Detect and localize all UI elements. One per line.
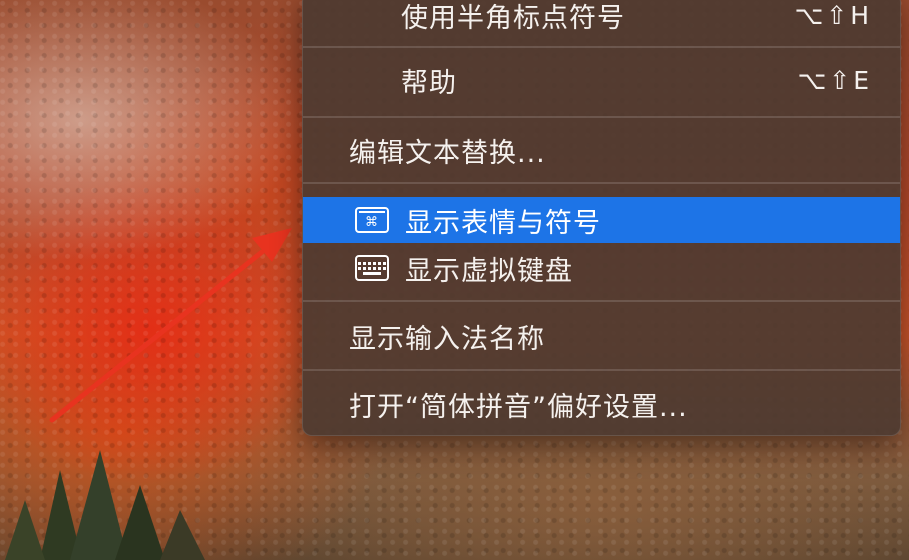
menu-item-show-input-method-name[interactable]: 显示输入法名称 [303,313,900,359]
command-glyph: ⌘ [365,214,379,230]
menu-item-label: 打开“简体拼音”偏好设置... [349,391,688,423]
emoji-keyboard-icon: ⌘ [355,207,389,233]
menu-item-shortcut: ⌥⇧H [794,0,872,30]
menu-item-label: 显示输入法名称 [349,323,545,355]
menu-item-shortcut: ⌥⇧E [797,65,872,95]
menu-item-label: 帮助 [401,67,457,99]
menu-separator [303,369,900,371]
menu-separator [303,182,900,184]
menu-item-help[interactable]: 帮助 ⌥⇧E [303,57,900,103]
menu-item-open-pinyin-preferences[interactable]: 打开“简体拼音”偏好设置... [303,381,900,427]
keyboard-icon [355,255,389,281]
menu-item-label: 显示表情与符号 [405,207,601,239]
menu-item-edit-text-replacement[interactable]: 编辑文本替换... [303,127,900,173]
wallpaper-trees [5,450,205,560]
menu-separator [303,300,900,302]
menu-item-show-virtual-keyboard[interactable]: 显示虚拟键盘 [303,245,900,291]
input-method-menu: 使用半角标点符号 ⌥⇧H 帮助 ⌥⇧E 编辑文本替换... ⌘ 显示表情与符号 [302,0,901,436]
menu-item-show-emoji-symbols[interactable]: ⌘ 显示表情与符号 [303,197,900,243]
menu-item-label: 使用半角标点符号 [401,2,625,34]
menu-item-label: 显示虚拟键盘 [405,255,573,287]
desktop-wallpaper: 使用半角标点符号 ⌥⇧H 帮助 ⌥⇧E 编辑文本替换... ⌘ 显示表情与符号 [0,0,909,560]
menu-separator [303,116,900,118]
menu-item-halfwidth-punctuation[interactable]: 使用半角标点符号 ⌥⇧H [303,0,900,37]
menu-separator [303,46,900,48]
menu-item-label: 编辑文本替换... [349,137,546,169]
